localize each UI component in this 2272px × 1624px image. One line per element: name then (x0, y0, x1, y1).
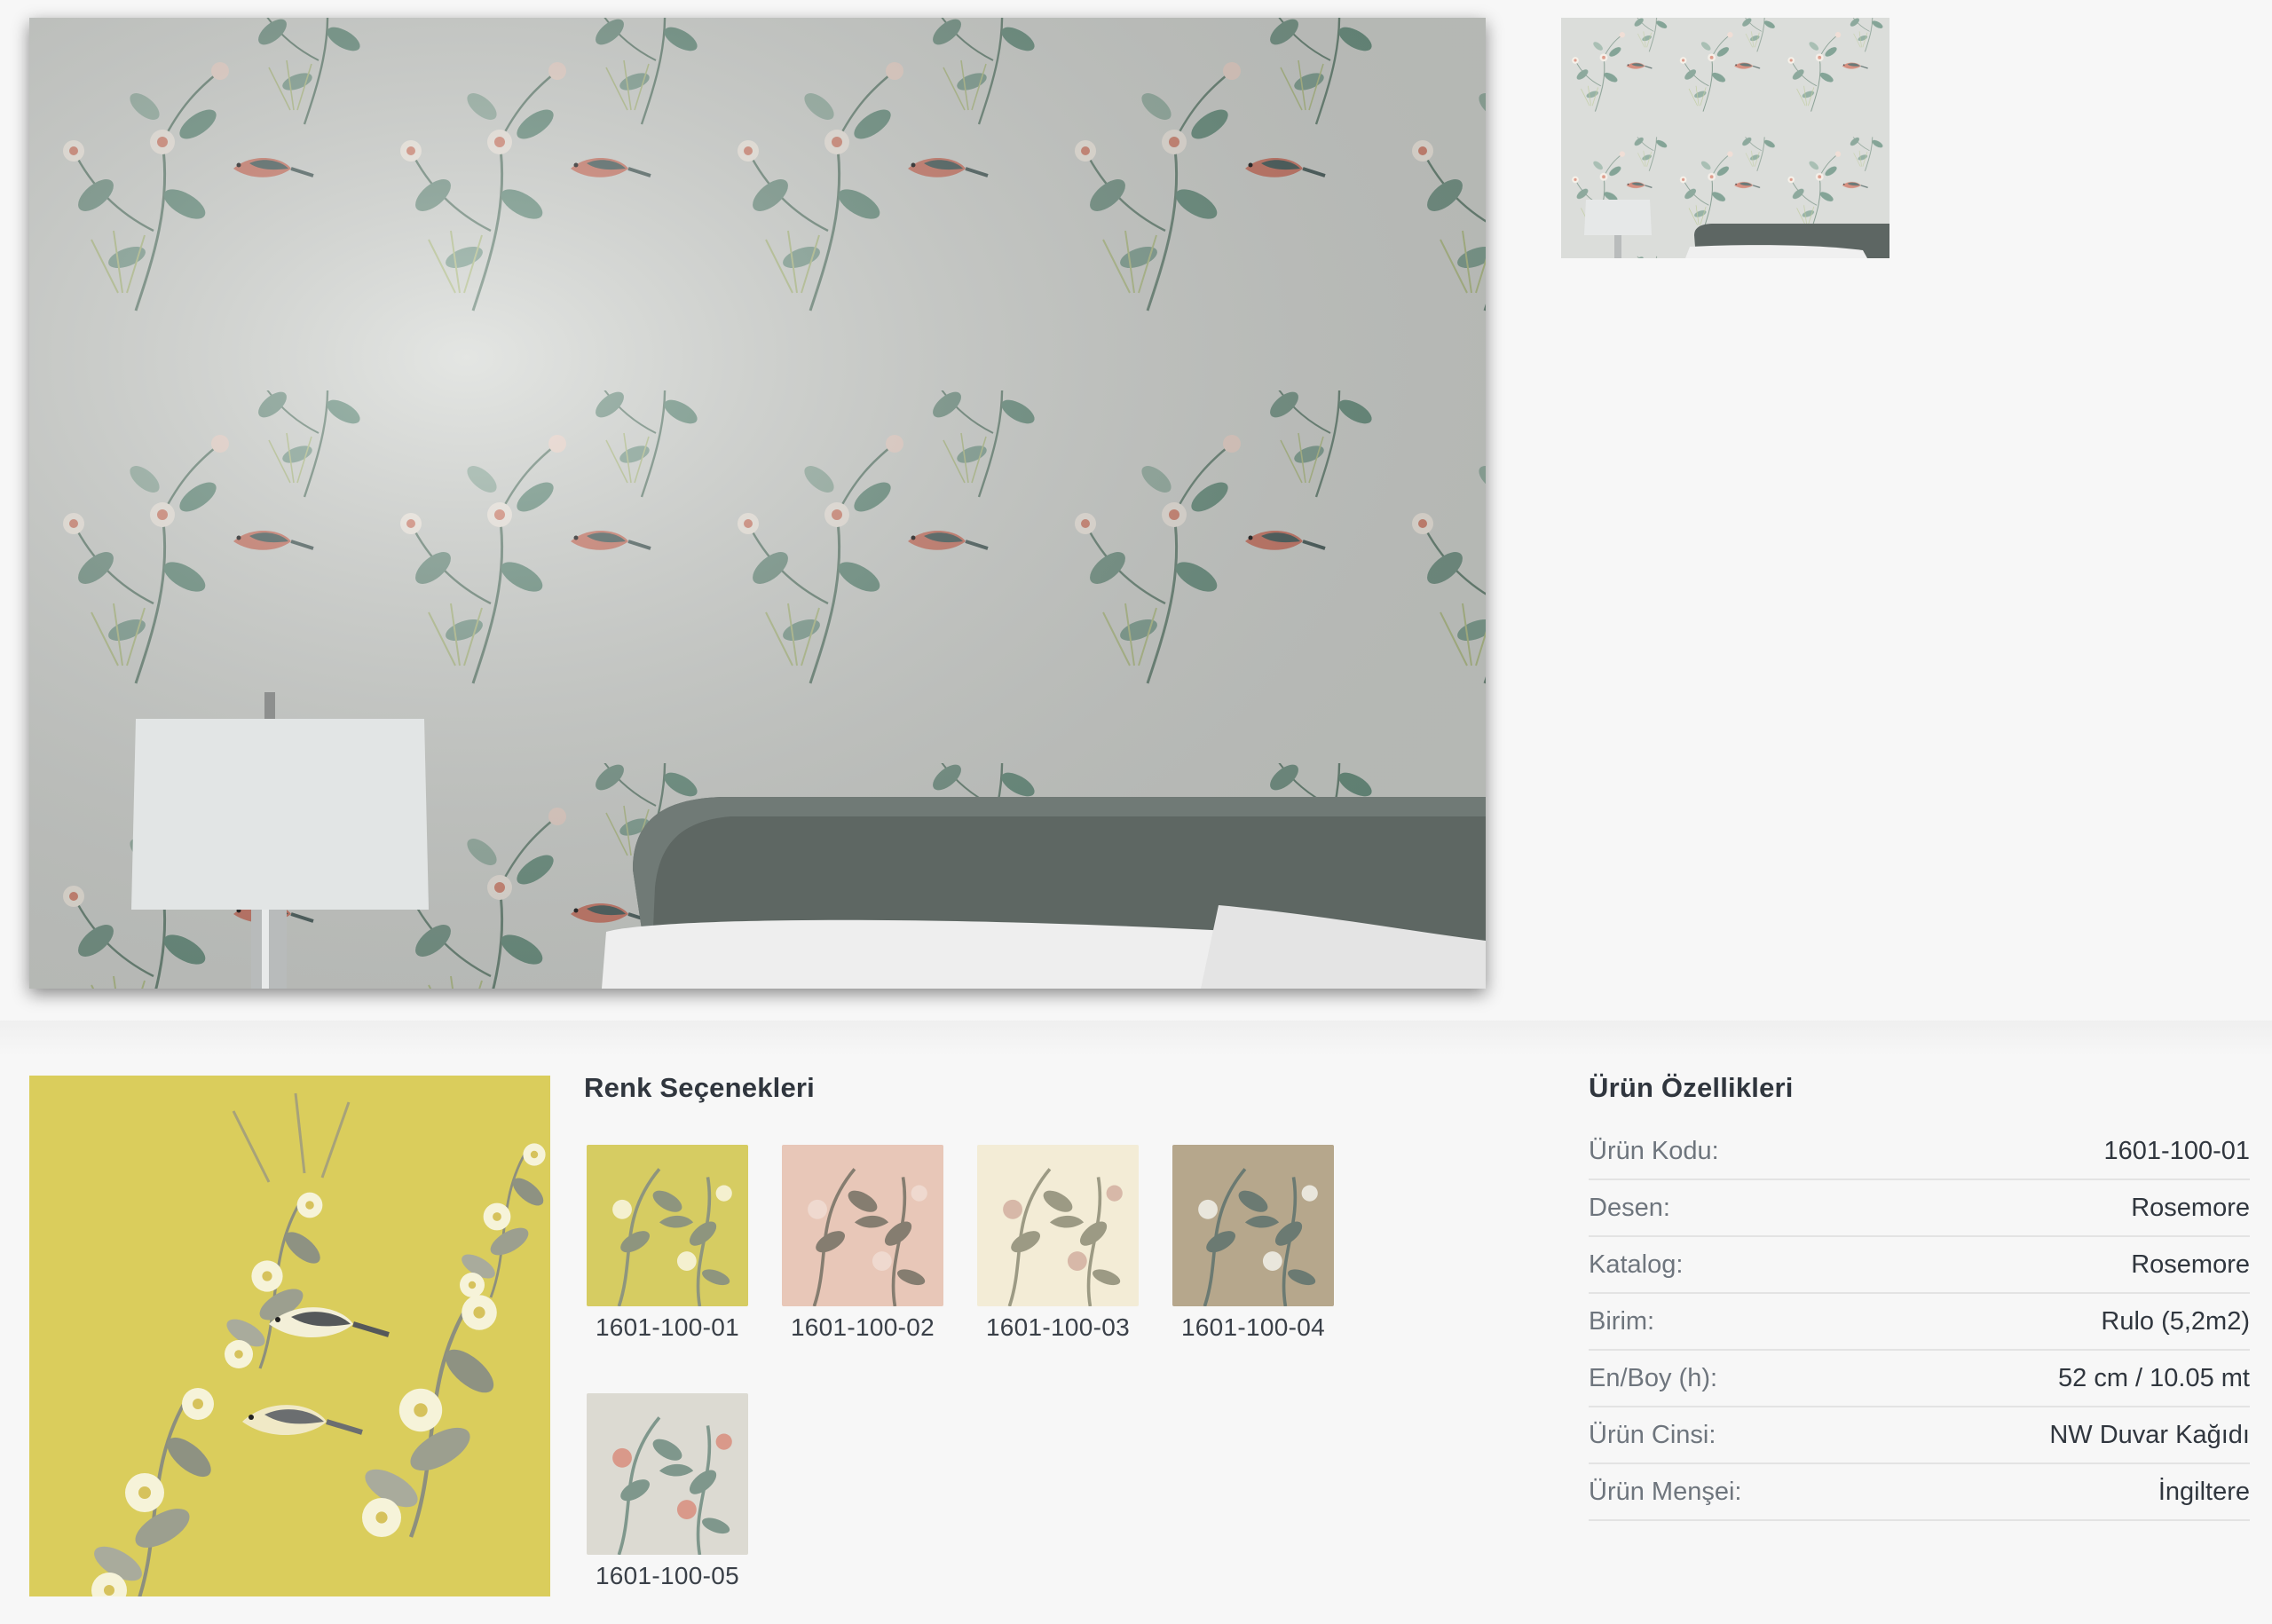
spec-row-origin: Ürün Menşei: İngiltere (1589, 1464, 2250, 1521)
spec-value: Rosemore (2131, 1250, 2250, 1279)
spec-value: Rosemore (2131, 1193, 2250, 1222)
product-specs-table: Ürün Kodu: 1601-100-01 Desen: Rosemore K… (1589, 1123, 2250, 1521)
color-option-2[interactable]: 1601-100-02 (780, 1145, 945, 1342)
color-swatch-1[interactable] (587, 1145, 748, 1306)
gallery-thumbnail[interactable] (1561, 18, 1889, 258)
yellow-pattern-illustration (29, 1076, 550, 1596)
spec-label: Ürün Menşei: (1589, 1477, 1742, 1506)
spec-label: Desen: (1589, 1193, 1670, 1222)
room-scene-illustration (29, 18, 1486, 989)
spec-row-product-code: Ürün Kodu: 1601-100-01 (1589, 1123, 2250, 1180)
color-options-title: Renk Seçenekleri (584, 1072, 815, 1103)
spec-row-dimensions: En/Boy (h): 52 cm / 10.05 mt (1589, 1351, 2250, 1407)
color-option-code: 1601-100-01 (595, 1313, 740, 1341)
spec-value: NW Duvar Kağıdı (2049, 1420, 2250, 1449)
color-option-code: 1601-100-03 (985, 1313, 1131, 1341)
spec-value: 52 cm / 10.05 mt (2058, 1363, 2250, 1392)
color-option-1[interactable]: 1601-100-01 (585, 1145, 750, 1342)
main-product-image[interactable] (29, 18, 1486, 989)
color-option-3[interactable]: 1601-100-03 (975, 1145, 1140, 1342)
color-option-code: 1601-100-02 (790, 1313, 935, 1341)
color-option-code: 1601-100-04 (1180, 1313, 1326, 1341)
spec-label: Ürün Kodu: (1589, 1136, 1719, 1165)
color-swatch-2[interactable] (782, 1145, 943, 1306)
color-swatch-5[interactable] (587, 1393, 748, 1555)
color-option-4[interactable]: 1601-100-04 (1171, 1145, 1336, 1342)
spec-label: Ürün Cinsi: (1589, 1420, 1716, 1449)
spec-row-unit: Birim: Rulo (5,2m2) (1589, 1294, 2250, 1351)
spec-row-catalog: Katalog: Rosemore (1589, 1237, 2250, 1294)
spec-row-pattern: Desen: Rosemore (1589, 1180, 2250, 1237)
product-detail-image[interactable] (29, 1076, 550, 1596)
color-swatch-3[interactable] (977, 1145, 1139, 1306)
section-divider (0, 1021, 2272, 1056)
room-thumbnail-illustration (1561, 18, 1889, 258)
color-option-5[interactable]: 1601-100-05 (585, 1393, 750, 1590)
spec-label: En/Boy (h): (1589, 1363, 1718, 1392)
spec-label: Birim: (1589, 1306, 1655, 1336)
color-swatch-4[interactable] (1172, 1145, 1334, 1306)
spec-value: Rulo (5,2m2) (2101, 1306, 2250, 1336)
spec-value: 1601-100-01 (2103, 1136, 2250, 1165)
color-option-code: 1601-100-05 (595, 1562, 740, 1589)
product-specs-title: Ürün Özellikleri (1589, 1072, 1794, 1103)
spec-value: İngiltere (2158, 1477, 2250, 1506)
spec-row-product-type: Ürün Cinsi: NW Duvar Kağıdı (1589, 1407, 2250, 1464)
spec-label: Katalog: (1589, 1250, 1684, 1279)
